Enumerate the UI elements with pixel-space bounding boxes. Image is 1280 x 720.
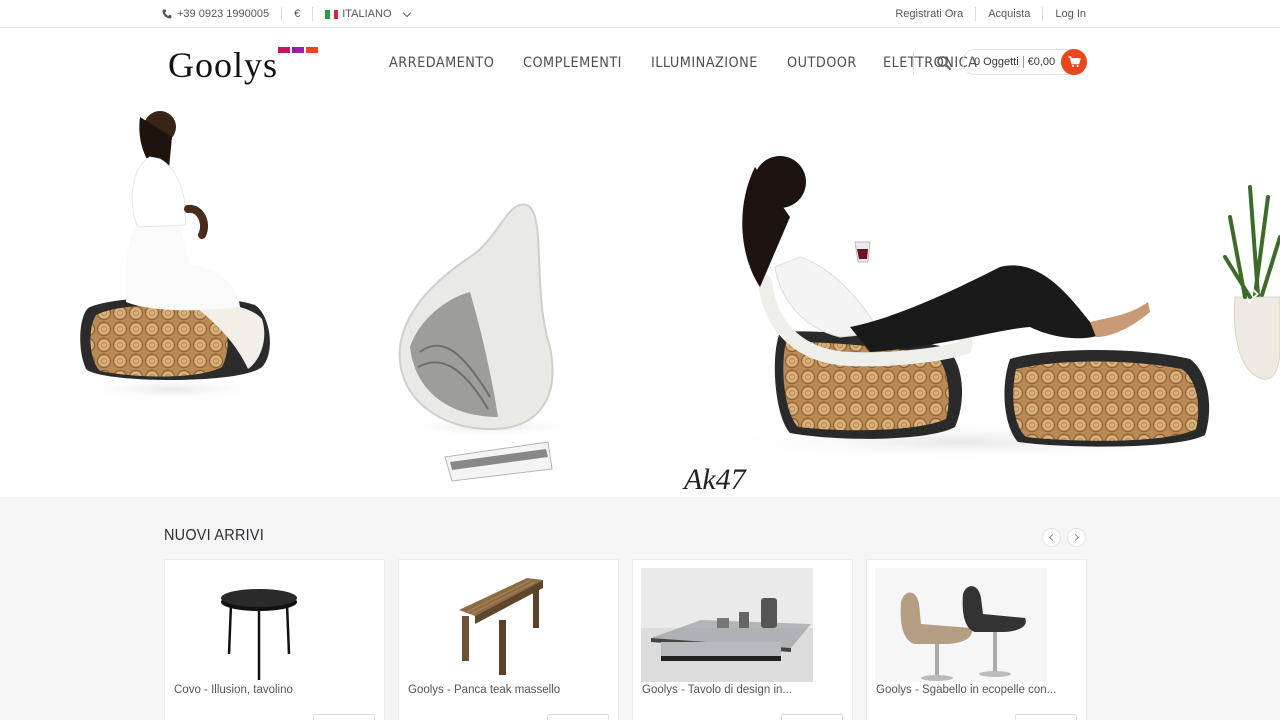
section-title: NUOVI ARRIVI	[164, 527, 265, 544]
hero-image: Ak47	[72, 111, 1280, 496]
hero-banner[interactable]: Ak47	[0, 97, 1280, 497]
main-nav: ARREDAMENTO COMPLEMENTI ILLUMINAZIONE OU…	[389, 29, 986, 97]
product-name[interactable]: Covo - Illusion, tavolino	[174, 684, 293, 696]
chevron-left-icon	[1048, 533, 1057, 542]
login-link[interactable]: Log In	[1055, 8, 1086, 20]
product-image-glass-table	[641, 568, 813, 682]
add-to-cart-button[interactable]	[547, 714, 609, 720]
cart-summary[interactable]: 0 Oggetti €0,00	[962, 49, 1087, 75]
chevron-right-icon	[1071, 533, 1080, 542]
add-to-cart-button[interactable]	[313, 714, 375, 720]
cart-total: €0,00	[1027, 56, 1056, 68]
nav-item-illuminazione[interactable]: ILLUMINAZIONE	[651, 55, 758, 71]
add-to-cart-button[interactable]	[781, 714, 843, 720]
logo[interactable]: Goolys	[168, 45, 328, 85]
product-card[interactable]: Goolys - Sgabello in ecopelle con...	[866, 559, 1087, 720]
search-icon[interactable]	[936, 55, 952, 71]
chevron-down-icon[interactable]	[402, 8, 411, 17]
divider	[975, 7, 977, 21]
top-bar: +39 0923 1990005 € ITALIANO Registrati O…	[0, 0, 1280, 28]
product-name[interactable]: Goolys - Panca teak massello	[408, 684, 560, 696]
shop-link[interactable]: Acquista	[988, 8, 1030, 20]
divider	[312, 7, 314, 21]
hero-signature: Ak47	[682, 463, 748, 496]
top-bar-right: Registrati Ora Acquista Log In	[895, 0, 1086, 28]
product-image-round-table	[221, 589, 297, 680]
phone-number[interactable]: +39 0923 1990005	[177, 8, 269, 20]
cart-icon	[1068, 56, 1081, 68]
hero-product-chair-right	[710, 156, 1210, 462]
cart-button[interactable]	[1061, 49, 1087, 75]
product-card[interactable]: Goolys - Panca teak massello	[398, 559, 619, 720]
top-bar-left: +39 0923 1990005 € ITALIANO	[162, 0, 411, 28]
register-link[interactable]: Registrati Ora	[895, 8, 963, 20]
add-to-cart-button[interactable]	[1015, 714, 1077, 720]
product-card[interactable]: Goolys - Tavolo di design in...	[632, 559, 853, 720]
product-image-teak-bench	[459, 578, 543, 675]
divider	[1022, 56, 1024, 68]
divider	[1042, 7, 1044, 21]
hero-product-magazine-rack: Ak47	[395, 203, 748, 496]
flag-italy-icon	[325, 9, 339, 19]
hero-product-seat-left	[72, 111, 272, 401]
nav-item-arredamento[interactable]: ARREDAMENTO	[389, 55, 494, 71]
logo-text: Goolys	[168, 45, 279, 85]
language-selector[interactable]: ITALIANO	[342, 8, 391, 20]
phone-icon	[162, 9, 172, 19]
divider	[281, 7, 283, 21]
product-card[interactable]: Covo - Illusion, tavolino	[164, 559, 385, 720]
carousel-prev-button[interactable]	[1042, 528, 1061, 547]
product-image-stools	[875, 568, 1047, 682]
product-name[interactable]: Goolys - Tavolo di design in...	[642, 684, 792, 696]
hero-plant	[1223, 185, 1280, 380]
new-arrivals-section: NUOVI ARRIVI Covo - Illusion, tavolino G…	[0, 497, 1280, 720]
nav-item-outdoor[interactable]: OUTDOOR	[787, 55, 857, 71]
currency-selector[interactable]: €	[294, 8, 300, 20]
cart-items-count: 0 Oggetti	[974, 56, 1019, 68]
main-header: Goolys ARREDAMENTO COMPLEMENTI ILLUMINAZ…	[0, 29, 1280, 97]
carousel-next-button[interactable]	[1067, 528, 1086, 547]
logo-squares	[278, 47, 318, 53]
nav-item-complementi[interactable]: COMPLEMENTI	[523, 55, 622, 71]
nav-divider	[913, 51, 914, 75]
product-name[interactable]: Goolys - Sgabello in ecopelle con...	[876, 684, 1056, 696]
